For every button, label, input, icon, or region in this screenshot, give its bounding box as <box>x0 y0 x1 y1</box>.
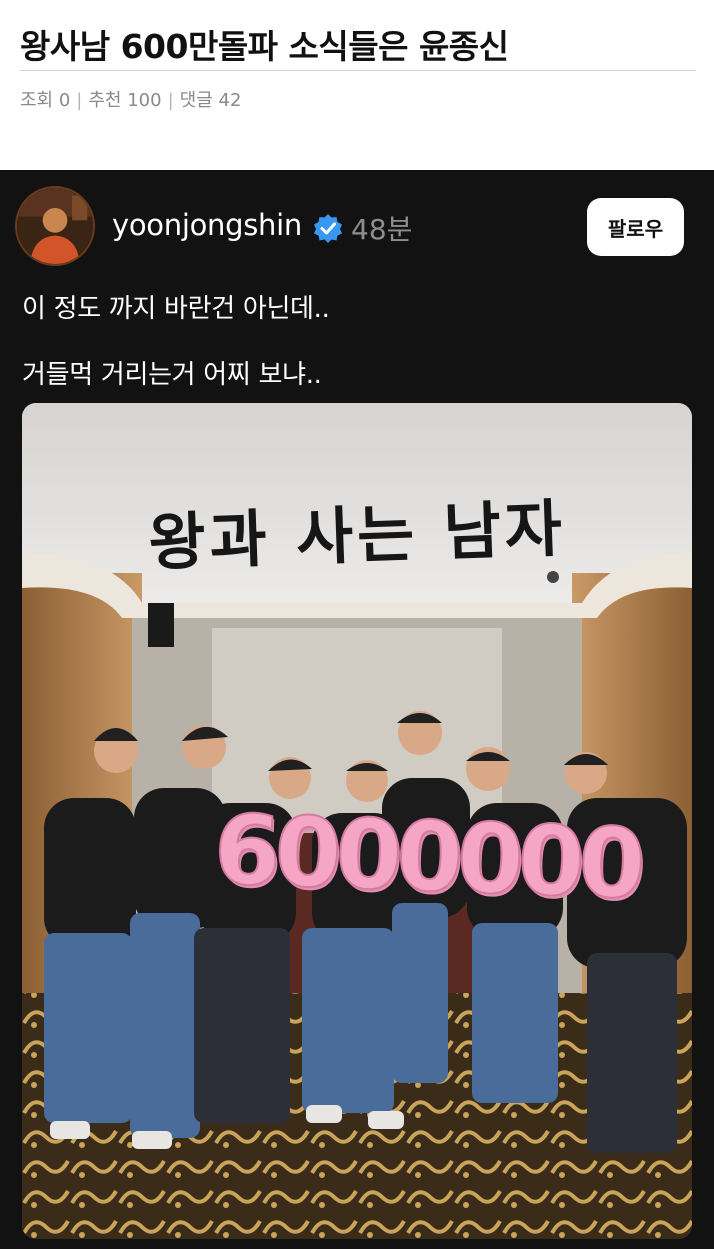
article-meta: 조회 0 | 추천 100 | 댓글 42 <box>20 86 241 112</box>
meta-separator: | <box>76 90 83 111</box>
post-text-line: 이 정도 까지 바란건 아닌데.. <box>22 294 330 324</box>
avatar[interactable] <box>15 186 95 266</box>
post-photo[interactable]: 왕과 사는 남자 6000000 <box>22 403 692 1239</box>
instagram-post-screenshot: yoonjongshin 48분 팔로우 이 정도 까지 바란건 아닌데.. 거… <box>0 170 714 1249</box>
avatar-photo <box>17 188 93 264</box>
article-header: 왕사남 600만돌파 소식들은 윤종신 조회 0 | 추천 100 | 댓글 42 <box>0 0 714 170</box>
article-title: 왕사남 600만돌파 소식들은 윤종신 <box>20 27 509 66</box>
recommend-count: 추천 100 <box>88 90 162 111</box>
view-count: 조회 0 <box>20 90 71 111</box>
comment-count[interactable]: 댓글 42 <box>180 90 242 111</box>
title-divider <box>20 70 696 71</box>
verified-badge-icon <box>314 214 342 243</box>
post-text-line: 거들먹 거리는거 어찌 보냐.. <box>22 360 322 390</box>
meta-separator: | <box>167 90 174 111</box>
balloon-number: 6000000 <box>211 793 642 922</box>
post-time: 48분 <box>351 213 413 246</box>
follow-button[interactable]: 팔로우 <box>587 198 684 256</box>
post-username[interactable]: yoonjongshin <box>112 208 302 242</box>
